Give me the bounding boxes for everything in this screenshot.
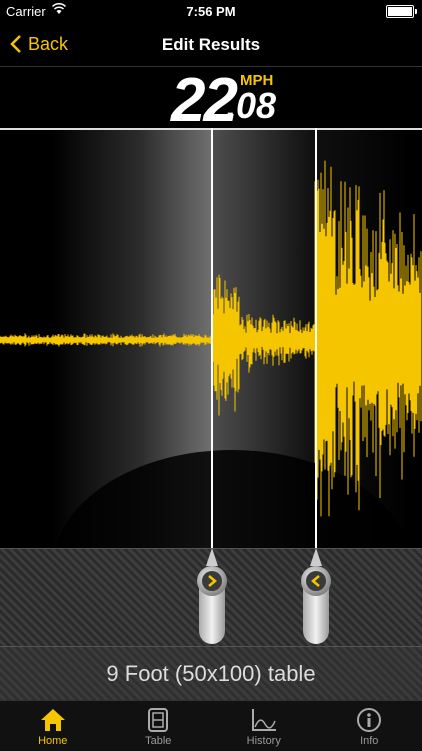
end-marker-line (315, 128, 317, 548)
tab-bar: Home Table History Info (0, 700, 422, 751)
handle-knob (197, 566, 227, 596)
handle-stem (199, 588, 225, 644)
tab-label: Table (145, 735, 171, 747)
start-marker-handle[interactable] (197, 548, 227, 646)
tab-label: History (247, 735, 281, 747)
tab-home[interactable]: Home (0, 701, 106, 751)
page-title: Edit Results (0, 35, 422, 55)
handle-tip (206, 548, 218, 566)
navigation-bar: Back Edit Results (0, 22, 422, 66)
status-bar: Carrier 7:56 PM (0, 0, 422, 22)
status-time: 7:56 PM (0, 4, 422, 19)
table-size-label: 9 Foot (50x100) table (0, 661, 422, 687)
table-label-bar[interactable]: 9 Foot (50x100) table (0, 646, 422, 701)
chevron-left-icon (311, 575, 321, 587)
speed-decimal: .08 (226, 85, 276, 127)
tab-table[interactable]: Table (106, 701, 212, 751)
tab-history[interactable]: History (211, 701, 317, 751)
battery-icon (386, 5, 414, 18)
handle-tip (310, 548, 322, 566)
history-chart-icon (250, 707, 278, 733)
home-icon (39, 707, 67, 733)
end-marker-handle[interactable] (301, 548, 331, 646)
tab-label: Home (38, 735, 67, 747)
tab-label: Info (360, 735, 378, 747)
chevron-right-icon (207, 575, 217, 587)
speed-readout: 22 MPH .08 (0, 66, 422, 129)
handle-knob (301, 566, 331, 596)
tab-info[interactable]: Info (317, 701, 422, 751)
info-icon (355, 707, 383, 733)
handle-stem (303, 588, 329, 644)
start-marker-line (211, 128, 213, 548)
table-icon (144, 707, 172, 733)
